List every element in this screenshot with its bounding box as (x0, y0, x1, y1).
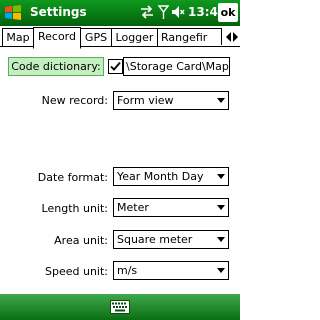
tab-gps[interactable]: GPS (80, 28, 112, 46)
tab-map[interactable]: Map (2, 28, 34, 46)
tab-record[interactable]: Record (33, 27, 81, 49)
speaker-muted-icon[interactable] (171, 4, 185, 20)
ok-button[interactable]: ok (218, 3, 238, 22)
code-dictionary-checkbox[interactable] (108, 59, 123, 74)
date-format-label: Date format: (37, 171, 108, 184)
code-dictionary-path-field[interactable]: \Storage Card\Maps (123, 57, 230, 76)
new-record-label: New record: (41, 94, 108, 107)
keyboard-icon[interactable] (110, 300, 130, 314)
chevron-down-icon (217, 98, 225, 103)
title-bar: Settings 13:43 ok (0, 0, 240, 26)
date-format-value: Year Month Day (117, 170, 204, 183)
length-unit-label: Length unit: (41, 202, 108, 215)
date-format-select[interactable]: Year Month Day (113, 167, 229, 186)
tab-logger[interactable]: Logger (111, 28, 158, 46)
area-unit-label: Area unit: (54, 234, 108, 247)
windows-logo-icon[interactable] (3, 3, 23, 23)
chevron-down-icon (217, 174, 225, 179)
chevron-down-icon (217, 268, 225, 273)
speed-unit-label: Speed unit: (45, 265, 108, 278)
tab-rangefinder[interactable]: Rangefir (157, 28, 222, 45)
chevron-down-icon (217, 237, 225, 242)
code-dictionary-path-text: \Storage Card\Maps (126, 60, 230, 73)
new-record-value: Form view (117, 94, 174, 107)
speed-unit-select[interactable]: m/s (113, 261, 229, 280)
window-title: Settings (30, 5, 87, 19)
sync-arrows-icon[interactable] (139, 4, 155, 20)
menu-bar (0, 294, 240, 320)
length-unit-value: Meter (117, 201, 149, 214)
antenna-icon[interactable] (158, 4, 169, 20)
new-record-select[interactable]: Form view (113, 91, 229, 110)
checkmark-icon (110, 61, 121, 71)
code-dictionary-button[interactable]: Code dictionary: (8, 57, 104, 76)
chevron-down-icon (217, 205, 225, 210)
area-unit-value: Square meter (117, 233, 193, 246)
length-unit-select[interactable]: Meter (113, 198, 229, 217)
speed-unit-value: m/s (117, 264, 138, 277)
area-unit-select[interactable]: Square meter (113, 230, 229, 249)
left-right-arrows-icon[interactable] (224, 29, 240, 45)
